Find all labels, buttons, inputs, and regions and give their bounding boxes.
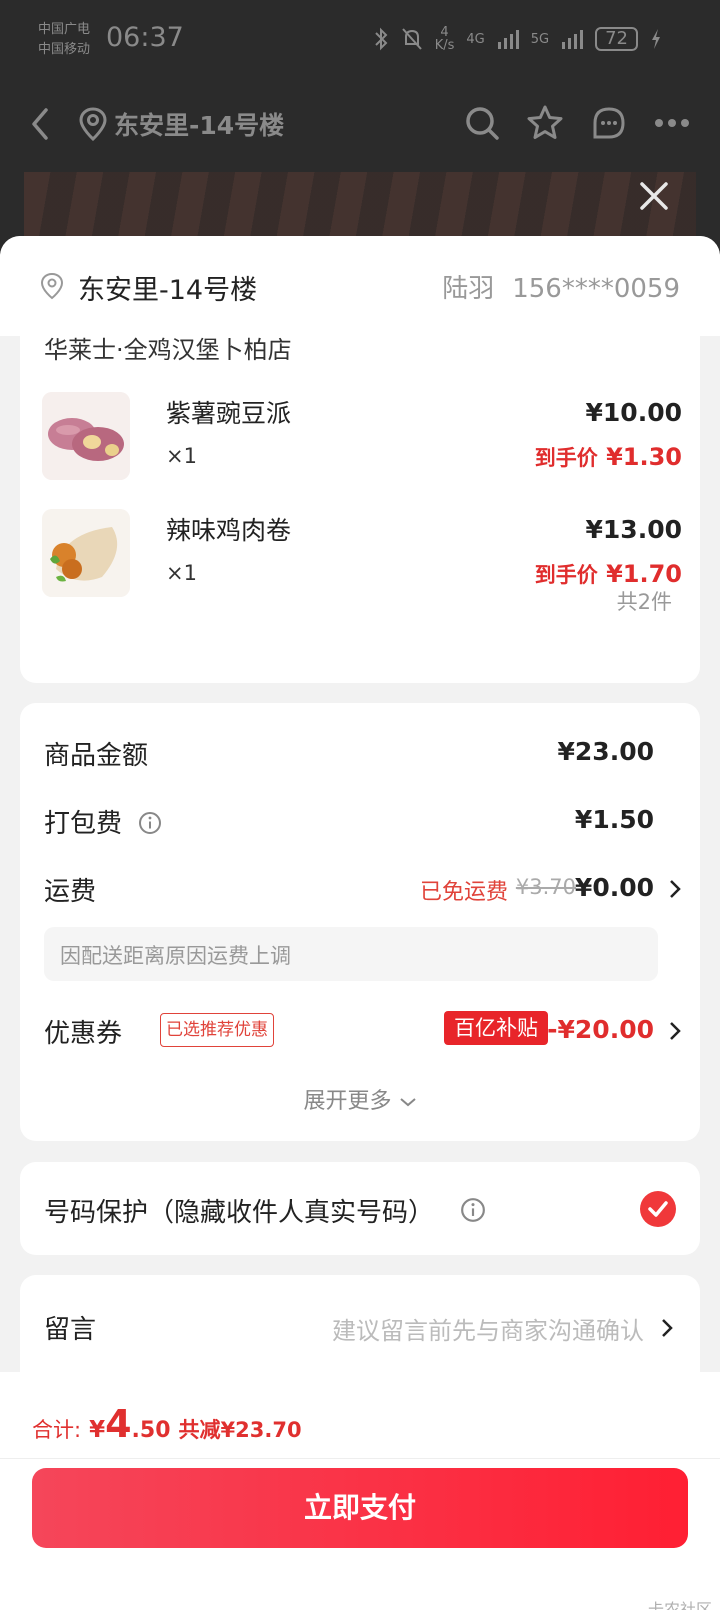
- background-overlay: 中国广电 中国移动 06:37 4 K/s 4G 5G 72 东安里-14号楼: [0, 0, 720, 260]
- item-price: ¥10.00: [585, 398, 682, 427]
- total-currency: ¥: [89, 1417, 106, 1443]
- number-protection-card[interactable]: 号码保护（隐藏收件人真实号码）: [20, 1162, 700, 1255]
- watermark: 卡农社区: [647, 1600, 712, 1610]
- coupon-discount-value: -¥20.00: [547, 1015, 654, 1044]
- order-item[interactable]: 紫薯豌豆派 ×1 ¥10.00 到手价 ¥1.30: [42, 392, 682, 482]
- expand-more-label: 展开更多: [303, 1089, 392, 1114]
- address-bar[interactable]: 东安里-14号楼 陆羽 156****0059: [0, 236, 720, 336]
- chevron-right-icon: [670, 880, 681, 898]
- battery-indicator: 72: [595, 27, 638, 51]
- chevron-right-icon: [670, 1022, 681, 1040]
- goods-amount-row: 商品金额 ¥23.00: [44, 735, 684, 775]
- recipient-phone: 156****0059: [512, 274, 680, 304]
- chevron-right-icon: [662, 1319, 673, 1337]
- more-icon[interactable]: [654, 118, 690, 128]
- shipping-fee-row[interactable]: 运费 已免运费 ¥3.70 ¥0.00: [44, 871, 684, 911]
- number-protection-checkbox[interactable]: [640, 1191, 676, 1227]
- info-icon[interactable]: [460, 1197, 486, 1223]
- status-bar: 中国广电 中国移动 06:37 4 K/s 4G 5G 72: [0, 0, 720, 84]
- info-icon[interactable]: [138, 811, 162, 835]
- carrier-1: 中国广电: [38, 22, 91, 37]
- packing-fee-row: 打包费 ¥1.50: [44, 803, 684, 843]
- purple-potato-pie-image: [42, 392, 130, 480]
- expand-more-button[interactable]: 展开更多: [20, 1083, 700, 1115]
- recipient-contact: 陆羽 156****0059: [442, 268, 680, 305]
- total-decimal: .50: [131, 1418, 171, 1443]
- item-price: ¥13.00: [585, 515, 682, 544]
- charging-icon: [652, 29, 660, 49]
- network-4g-label: 4G: [466, 31, 485, 47]
- chicken-wrap-image: [42, 509, 130, 597]
- order-item[interactable]: 辣味鸡肉卷 ×1 ¥13.00 到手价 ¥1.70: [42, 509, 682, 599]
- item-quantity: ×1: [166, 561, 197, 585]
- location-pin-icon: [40, 272, 64, 300]
- net-speed-unit: K/s: [434, 38, 455, 53]
- item-name: 紫薯豌豆派: [166, 399, 292, 428]
- top-nav: 东安里-14号楼: [0, 96, 720, 156]
- final-price-label: 到手价: [534, 446, 598, 470]
- item-quantity: ×1: [166, 444, 197, 468]
- total-saved: 共减¥23.70: [178, 1418, 302, 1442]
- item-name: 辣味鸡肉卷: [166, 516, 292, 545]
- final-price-label: 到手价: [534, 563, 598, 587]
- order-total: 合计: ¥4.50 共减¥23.70: [32, 1402, 302, 1446]
- shipping-note: 因配送距离原因运费上调: [44, 927, 658, 981]
- subsidy-badge: 百亿补贴: [444, 1011, 548, 1045]
- coupon-selected-tag: 已选推荐优惠: [160, 1013, 274, 1047]
- packing-fee-value: ¥1.50: [574, 805, 654, 834]
- location-pin-icon: [79, 107, 107, 141]
- carrier-2: 中国移动: [38, 42, 91, 57]
- checkmark-icon: [648, 1201, 668, 1217]
- signal-4g-icon: [497, 30, 519, 49]
- item-total-count: 共2件: [616, 590, 672, 614]
- item-thumbnail: [42, 509, 130, 597]
- total-label: 合计:: [32, 1418, 82, 1442]
- shipping-original-price: ¥3.70: [515, 875, 576, 899]
- nav-title: 东安里-14号楼: [114, 111, 285, 140]
- coupon-label: 优惠券: [44, 1019, 123, 1049]
- customer-service-icon[interactable]: [590, 104, 628, 142]
- order-items-card: 华莱士·全鸡汉堡卜柏店 紫薯豌豆派 ×1 ¥10.00 到手价 ¥1.30 辣味…: [20, 296, 700, 683]
- number-protection-label: 号码保护（隐藏收件人真实号码）: [44, 1198, 435, 1228]
- divider: [0, 1458, 720, 1459]
- item-thumbnail: [42, 392, 130, 480]
- recipient-name: 陆羽: [442, 274, 495, 304]
- nav-location[interactable]: 东安里-14号楼: [78, 106, 284, 142]
- item-final-price: 到手价 ¥1.70: [535, 559, 682, 589]
- status-icons: 4 K/s 4G 5G 72: [373, 26, 662, 52]
- message-placeholder: 建议留言前先与商家沟通确认: [332, 1317, 644, 1345]
- back-arrow-icon[interactable]: [22, 102, 62, 146]
- shipping-fee-label: 运费: [44, 877, 97, 907]
- pay-now-button[interactable]: 立即支付: [32, 1468, 688, 1548]
- net-speed: 4 K/s: [435, 26, 455, 52]
- mute-bell-icon: [401, 28, 422, 50]
- total-integer: 4: [105, 1402, 132, 1446]
- final-price-value: ¥1.70: [606, 560, 682, 588]
- coupon-row[interactable]: 优惠券 已选推荐优惠 百亿补贴 -¥20.00: [44, 1011, 684, 1053]
- search-icon[interactable]: [464, 105, 500, 141]
- shipping-note-text: 因配送距离原因运费上调: [60, 944, 291, 968]
- nav-actions: [464, 104, 690, 142]
- item-final-price: 到手价 ¥1.30: [535, 442, 682, 472]
- close-icon[interactable]: [634, 176, 674, 216]
- goods-amount-label: 商品金额: [44, 741, 149, 771]
- free-shipping-text: 已免运费: [419, 880, 508, 905]
- message-label: 留言: [44, 1315, 97, 1345]
- fee-summary-card: 商品金额 ¥23.00 打包费 ¥1.50 运费 已免运费 ¥3.70 ¥0.0…: [20, 703, 700, 1141]
- carrier-info: 中国广电 中国移动: [38, 20, 90, 60]
- chevron-down-icon: [399, 1098, 416, 1107]
- shipping-fee-value: ¥0.00: [574, 873, 654, 902]
- network-5g-label: 5G: [530, 31, 550, 47]
- goods-amount-value: ¥23.00: [557, 737, 654, 766]
- signal-5g-icon: [562, 30, 584, 49]
- packing-fee-label: 打包费: [44, 809, 123, 839]
- bluetooth-icon: [374, 27, 388, 51]
- clock: 06:37: [106, 22, 184, 53]
- final-price-value: ¥1.30: [606, 443, 682, 471]
- star-icon[interactable]: [526, 104, 564, 142]
- checkout-bar: 合计: ¥4.50 共减¥23.70 立即支付 卡农社区: [0, 1372, 720, 1610]
- address-name: 东安里-14号楼: [78, 275, 258, 306]
